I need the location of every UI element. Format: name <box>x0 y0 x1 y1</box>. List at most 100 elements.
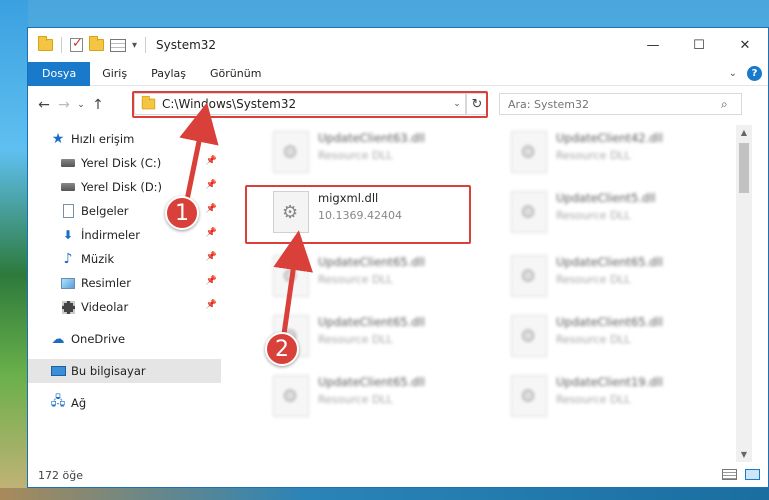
up-arrow-icon[interactable]: ↑ <box>88 97 108 113</box>
scroll-up-icon[interactable]: ▲ <box>736 128 752 137</box>
file-name: UpdateClient63.dll <box>318 131 425 145</box>
file-description: Resource DLL <box>556 273 631 286</box>
sidebar-item-local-disk-c[interactable]: Yerel Disk (C:) 📌 <box>28 151 221 175</box>
maximize-button[interactable]: ☐ <box>676 28 722 62</box>
file-item[interactable]: UpdateClient42.dll Resource DLL <box>506 125 736 175</box>
sidebar-item-music[interactable]: ♪ Müzik 📌 <box>28 247 221 271</box>
folder-icon <box>38 36 53 51</box>
file-highlight-box <box>245 185 471 244</box>
computer-icon <box>50 364 66 378</box>
file-description: Resource DLL <box>318 393 393 406</box>
back-arrow-icon[interactable]: ← <box>34 97 54 113</box>
refresh-button[interactable]: ↻ <box>466 93 488 115</box>
file-item[interactable]: UpdateClient65.dll Resource DLL <box>506 309 736 359</box>
sidebar-item-quick-access[interactable]: ★ Hızlı erişim <box>28 127 221 151</box>
file-name: UpdateClient5.dll <box>556 191 656 205</box>
file-list: UpdateClient63.dll Resource DLL UpdateCl… <box>246 125 736 461</box>
pin-icon[interactable]: 📌 <box>206 276 217 286</box>
file-description: Resource DLL <box>318 149 393 162</box>
file-item[interactable]: UpdateClient65.dll Resource DLL <box>268 309 498 359</box>
dll-file-icon <box>273 375 309 417</box>
sidebar-item-label: İndirmeler <box>81 228 140 242</box>
sidebar-item-label: Resimler <box>81 276 131 290</box>
navigation-pane: ★ Hızlı erişim Yerel Disk (C:) 📌 Yerel D… <box>28 125 221 461</box>
dll-file-icon <box>511 315 547 357</box>
sidebar-item-label: Hızlı erişim <box>71 132 135 146</box>
search-input[interactable] <box>508 97 721 111</box>
new-folder-icon[interactable] <box>89 36 104 51</box>
scroll-down-icon[interactable]: ▼ <box>736 450 752 459</box>
sidebar-item-label: Ağ <box>71 396 87 410</box>
file-description: Resource DLL <box>556 149 631 162</box>
tab-file[interactable]: Dosya <box>28 61 91 86</box>
sidebar-item-onedrive[interactable]: ☁ OneDrive <box>28 327 221 351</box>
drive-icon <box>60 156 76 170</box>
file-name: UpdateClient65.dll <box>556 255 663 269</box>
vertical-scrollbar[interactable]: ▲ ▼ <box>736 125 752 462</box>
file-item[interactable]: UpdateClient65.dll Resource DLL <box>506 249 736 299</box>
address-bar[interactable]: C:\Windows\System32 ⌄ <box>134 93 466 115</box>
file-item[interactable]: UpdateClient5.dll Resource DLL <box>506 185 736 235</box>
sidebar-item-local-disk-d[interactable]: Yerel Disk (D:) 📌 <box>28 175 221 199</box>
sidebar-item-videos[interactable]: Videolar 📌 <box>28 295 221 319</box>
file-item[interactable]: UpdateClient65.dll Resource DLL <box>268 369 498 419</box>
status-bar: 172 öğe <box>28 462 768 488</box>
file-item[interactable]: UpdateClient19.dll Resource DLL <box>506 369 736 419</box>
dll-file-icon <box>273 131 309 173</box>
tab-view[interactable]: Görünüm <box>198 62 273 86</box>
address-dropdown-icon[interactable]: ⌄ <box>449 99 465 109</box>
ribbon-tabs: Dosya Giriş Paylaş Görünüm ⌄ ? <box>28 61 768 86</box>
star-icon: ★ <box>51 131 65 147</box>
scroll-thumb[interactable] <box>739 143 749 193</box>
step-1-badge: 1 <box>165 196 199 230</box>
pin-icon[interactable]: 📌 <box>206 300 217 310</box>
file-description: Resource DLL <box>556 393 631 406</box>
drive-icon <box>60 180 76 194</box>
file-explorer-window: ▾ System32 — ☐ ✕ Dosya Giriş Paylaş Görü… <box>27 27 769 488</box>
close-button[interactable]: ✕ <box>722 28 768 62</box>
window-title: System32 <box>156 38 217 52</box>
sidebar-item-network[interactable]: 🖧 Ağ <box>28 391 221 415</box>
sidebar-item-label: Belgeler <box>81 204 129 218</box>
pin-icon[interactable]: 📌 <box>206 156 217 166</box>
pin-icon[interactable]: 📌 <box>206 180 217 190</box>
music-icon: ♪ <box>63 251 73 267</box>
help-icon[interactable]: ? <box>747 66 762 81</box>
minimize-button[interactable]: — <box>630 28 676 62</box>
file-name: UpdateClient65.dll <box>318 315 425 329</box>
pin-icon[interactable]: 📌 <box>206 204 217 214</box>
customize-dropdown-icon[interactable]: ▾ <box>132 40 137 51</box>
title-bar: ▾ System32 — ☐ ✕ <box>28 28 768 62</box>
forward-arrow-icon[interactable]: → <box>54 97 74 113</box>
recent-locations-icon[interactable]: ⌄ <box>74 100 88 110</box>
sidebar-item-label: Videolar <box>81 300 129 314</box>
search-box[interactable]: ⌕ <box>499 93 742 115</box>
pin-icon[interactable]: 📌 <box>206 252 217 262</box>
tab-home[interactable]: Giriş <box>90 62 139 86</box>
tab-share[interactable]: Paylaş <box>139 62 198 86</box>
item-count: 172 öğe <box>38 468 83 482</box>
dll-file-icon <box>273 255 309 297</box>
large-icons-view-icon[interactable] <box>745 469 760 480</box>
file-item[interactable]: UpdateClient63.dll Resource DLL <box>268 125 498 175</box>
search-icon: ⌕ <box>721 96 728 111</box>
file-description: Resource DLL <box>318 273 393 286</box>
network-icon: 🖧 <box>50 394 66 409</box>
properties-check-icon[interactable] <box>70 36 83 52</box>
desktop-background-bottom <box>0 488 769 500</box>
file-description: Resource DLL <box>318 333 393 346</box>
file-item[interactable]: UpdateClient65.dll Resource DLL <box>268 249 498 299</box>
details-view-icon[interactable] <box>722 469 737 480</box>
sidebar-item-pictures[interactable]: Resimler 📌 <box>28 271 221 295</box>
separator <box>145 37 147 53</box>
properties-icon[interactable] <box>110 38 126 52</box>
address-path: C:\Windows\System32 <box>162 97 297 111</box>
separator <box>61 37 62 53</box>
step-2-badge: 2 <box>265 332 299 366</box>
pin-icon[interactable]: 📌 <box>206 228 217 238</box>
sidebar-item-this-pc[interactable]: Bu bilgisayar <box>28 359 221 383</box>
expand-ribbon-icon[interactable]: ⌄ <box>729 68 737 79</box>
cloud-icon: ☁ <box>51 331 65 347</box>
address-row: ← → ⌄ ↑ C:\Windows\System32 ⌄ ↻ ⌕ <box>28 86 768 124</box>
document-icon <box>60 204 76 218</box>
